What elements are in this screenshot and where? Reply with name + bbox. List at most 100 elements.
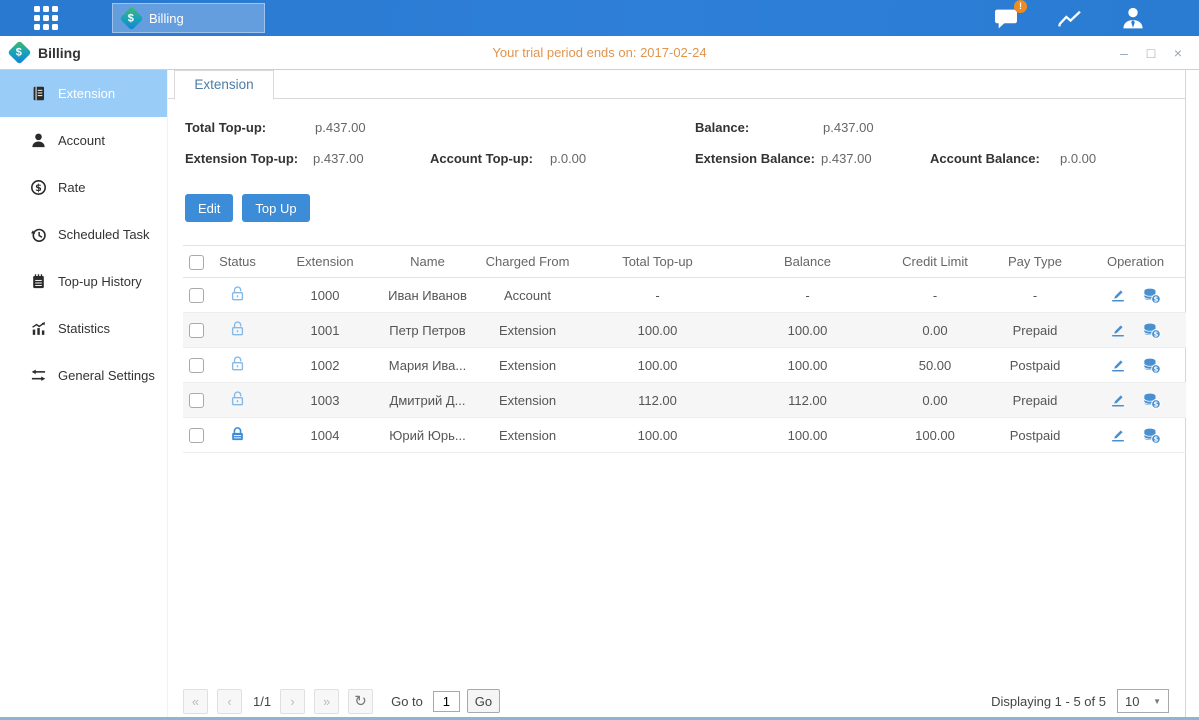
go-button[interactable]: Go bbox=[467, 689, 500, 713]
cell-credit-limit: 100.00 bbox=[885, 418, 985, 453]
chevron-down-icon: ▼ bbox=[1153, 697, 1161, 706]
cell-pay-type: Postpaid bbox=[985, 348, 1085, 383]
table-row: 1000Иван ИвановAccount---- bbox=[183, 278, 1186, 313]
cell-extension: 1001 bbox=[265, 313, 385, 348]
cell-balance: 100.00 bbox=[730, 348, 885, 383]
goto-page-input[interactable] bbox=[433, 691, 460, 712]
action-buttons: Edit Top Up bbox=[185, 194, 310, 222]
rate-icon bbox=[30, 179, 47, 196]
sidebar-item-statistics[interactable]: Statistics bbox=[0, 305, 167, 352]
page-size-value: 10 bbox=[1125, 694, 1139, 709]
table-header-row: StatusExtensionNameCharged FromTotal Top… bbox=[183, 246, 1186, 278]
maximize-icon[interactable]: □ bbox=[1143, 45, 1159, 61]
cell-name: Петр Петров bbox=[385, 313, 470, 348]
topup-icon[interactable] bbox=[1142, 287, 1161, 304]
sidebar-item-topup-history[interactable]: Top-up History bbox=[0, 258, 167, 305]
page-size-select[interactable]: 10 ▼ bbox=[1117, 689, 1169, 713]
cell-credit-limit: 0.00 bbox=[885, 383, 985, 418]
last-page-button[interactable]: » bbox=[314, 689, 339, 714]
first-page-button[interactable]: « bbox=[183, 689, 208, 714]
trial-message: Your trial period ends on: 2017-02-24 bbox=[0, 45, 1199, 60]
balance-label: Balance: bbox=[695, 120, 749, 135]
prev-page-button[interactable]: ‹ bbox=[217, 689, 242, 714]
column-header-extension: Extension bbox=[265, 246, 385, 278]
sidebar-item-label: Scheduled Task bbox=[58, 227, 150, 242]
sidebar-item-account[interactable]: Account bbox=[0, 117, 167, 164]
row-checkbox[interactable] bbox=[189, 358, 204, 373]
lock-open-icon bbox=[229, 320, 246, 337]
account-topup-value: p.0.00 bbox=[550, 151, 586, 166]
sidebar-item-label: Rate bbox=[58, 180, 85, 195]
sidebar-item-rate[interactable]: Rate bbox=[0, 164, 167, 211]
cell-name: Мария Ива... bbox=[385, 348, 470, 383]
account-balance-label: Account Balance: bbox=[930, 151, 1040, 166]
notifications-icon[interactable]: ! bbox=[993, 7, 1019, 30]
topup-icon[interactable] bbox=[1142, 322, 1161, 339]
sidebar-item-label: Top-up History bbox=[58, 274, 142, 289]
extension-balance-label: Extension Balance: bbox=[695, 151, 815, 166]
column-header-credit-limit: Credit Limit bbox=[885, 246, 985, 278]
page-indicator: 1/1 bbox=[253, 694, 271, 709]
edit-icon[interactable] bbox=[1110, 427, 1126, 443]
billing-window-icon: $ bbox=[7, 40, 31, 64]
topup-icon[interactable] bbox=[1142, 357, 1161, 374]
column-header-status: Status bbox=[210, 246, 265, 278]
column-header-operation: Operation bbox=[1085, 246, 1186, 278]
refresh-icon[interactable]: ↻ bbox=[348, 689, 373, 714]
cell-charged-from: Extension bbox=[470, 348, 585, 383]
apps-grid-icon[interactable] bbox=[34, 6, 58, 30]
main-area: ExtensionAccountRateScheduled TaskTop-up… bbox=[0, 70, 1199, 720]
select-all-checkbox[interactable] bbox=[189, 255, 204, 270]
cell-operation bbox=[1085, 383, 1186, 418]
sidebar-item-extension[interactable]: Extension bbox=[0, 70, 167, 117]
cell-extension: 1002 bbox=[265, 348, 385, 383]
notification-badge: ! bbox=[1014, 0, 1027, 13]
cell-total-topup: 100.00 bbox=[585, 418, 730, 453]
lock-closed-icon bbox=[229, 425, 246, 442]
sidebar-item-settings[interactable]: General Settings bbox=[0, 352, 167, 399]
sidebar-item-label: Extension bbox=[58, 86, 115, 101]
balance-value: p.437.00 bbox=[823, 120, 874, 135]
table-row: 1002Мария Ива...Extension100.00100.0050.… bbox=[183, 348, 1186, 383]
sidebar-item-scheduled[interactable]: Scheduled Task bbox=[0, 211, 167, 258]
column-header-pay-type: Pay Type bbox=[985, 246, 1085, 278]
next-page-button[interactable]: › bbox=[280, 689, 305, 714]
table-row: 1004Юрий Юрь...Extension100.00100.00100.… bbox=[183, 418, 1186, 453]
edit-icon[interactable] bbox=[1110, 392, 1126, 408]
taskbar-tab-billing[interactable]: $ Billing bbox=[112, 3, 265, 33]
resource-monitor-icon[interactable] bbox=[1057, 8, 1083, 29]
topup-icon[interactable] bbox=[1142, 392, 1161, 409]
row-checkbox[interactable] bbox=[189, 393, 204, 408]
cell-credit-limit: 0.00 bbox=[885, 313, 985, 348]
edit-icon[interactable] bbox=[1110, 287, 1126, 303]
cell-pay-type: Prepaid bbox=[985, 313, 1085, 348]
top-up-button[interactable]: Top Up bbox=[242, 194, 309, 222]
cell-operation bbox=[1085, 278, 1186, 313]
tab-extension[interactable]: Extension bbox=[174, 70, 274, 100]
row-checkbox[interactable] bbox=[189, 323, 204, 338]
account-icon bbox=[30, 132, 47, 149]
cell-extension: 1003 bbox=[265, 383, 385, 418]
cell-charged-from: Extension bbox=[470, 313, 585, 348]
extension-topup-label: Extension Top-up: bbox=[185, 151, 298, 166]
cell-balance: 100.00 bbox=[730, 418, 885, 453]
edit-icon[interactable] bbox=[1110, 322, 1126, 338]
total-topup-label: Total Top-up: bbox=[185, 120, 266, 135]
row-checkbox[interactable] bbox=[189, 428, 204, 443]
lock-open-icon bbox=[229, 390, 246, 407]
cell-status bbox=[210, 418, 265, 453]
footer-right: Displaying 1 - 5 of 5 10 ▼ bbox=[991, 689, 1169, 713]
close-icon[interactable]: × bbox=[1170, 45, 1186, 61]
row-checkbox[interactable] bbox=[189, 288, 204, 303]
minimize-icon[interactable]: – bbox=[1116, 45, 1132, 61]
cell-credit-limit: 50.00 bbox=[885, 348, 985, 383]
displaying-text: Displaying 1 - 5 of 5 bbox=[991, 694, 1106, 709]
topup-icon[interactable] bbox=[1142, 427, 1161, 444]
user-account-icon[interactable] bbox=[1121, 7, 1145, 29]
edit-button[interactable]: Edit bbox=[185, 194, 233, 222]
cell-balance: - bbox=[730, 278, 885, 313]
cell-balance: 112.00 bbox=[730, 383, 885, 418]
cell-name: Иван Иванов bbox=[385, 278, 470, 313]
window-controls: – □ × bbox=[1116, 45, 1199, 61]
edit-icon[interactable] bbox=[1110, 357, 1126, 373]
